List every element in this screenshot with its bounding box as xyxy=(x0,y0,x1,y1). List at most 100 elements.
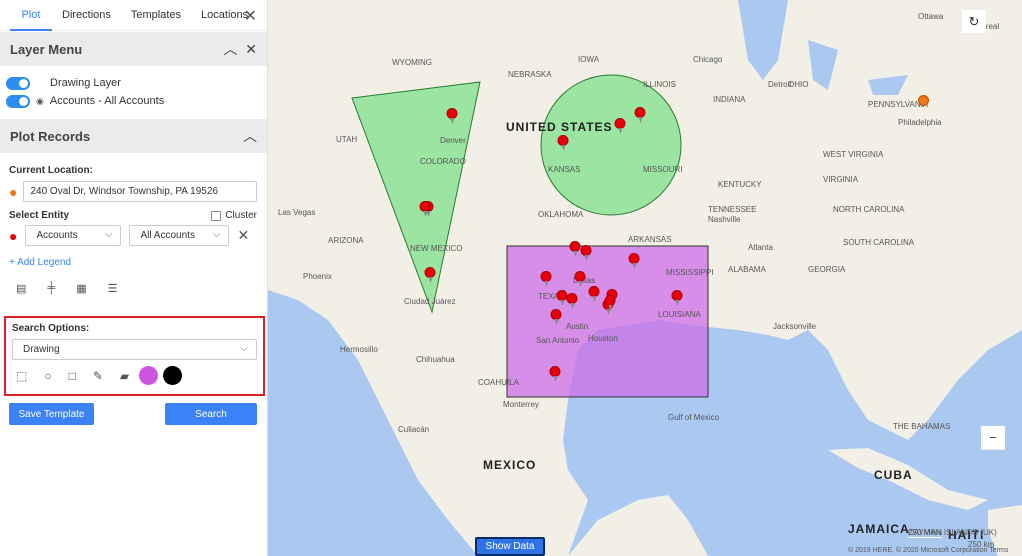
account-pin[interactable] xyxy=(574,271,586,287)
map-label: TENNESSEE xyxy=(708,205,757,214)
account-pin[interactable] xyxy=(419,201,431,217)
remove-entity-icon[interactable]: ✕ xyxy=(237,227,249,244)
account-pin[interactable] xyxy=(557,135,569,151)
copyright: © 2019 HERE, © 2020 Microsoft Corporatio… xyxy=(848,547,1009,554)
account-pin[interactable] xyxy=(614,118,626,134)
pencil-icon[interactable]: ✎ xyxy=(93,369,103,383)
map-label-country: UNITED STATES xyxy=(506,120,613,134)
account-pin[interactable] xyxy=(580,245,592,261)
map-label: MISSOURI xyxy=(643,165,683,174)
account-pin[interactable] xyxy=(588,286,600,302)
layer-drawing: Drawing Layer xyxy=(0,74,267,92)
map-label: Jacksonville xyxy=(773,322,817,331)
fill-color-swatch[interactable] xyxy=(139,366,159,385)
account-pin[interactable] xyxy=(549,366,561,382)
cluster-checkbox[interactable]: Cluster xyxy=(211,210,257,221)
account-pin[interactable] xyxy=(634,107,646,123)
map-label: VIRGINIA xyxy=(823,175,859,184)
layer-label: Accounts - All Accounts xyxy=(49,95,165,107)
map-label: COAHUILA xyxy=(478,378,519,387)
save-template-button[interactable]: Save Template xyxy=(9,403,94,425)
stroke-color-swatch[interactable] xyxy=(163,366,183,385)
map-label: Houston xyxy=(588,334,618,343)
map-label: WEST VIRGINIA xyxy=(823,150,884,159)
add-legend-link[interactable]: + Add Legend xyxy=(9,257,257,268)
close-icon[interactable]: ✕ xyxy=(245,41,257,57)
map-label: NEW MEXICO xyxy=(410,244,463,253)
map-label: MISSISSIPPI xyxy=(666,268,714,277)
account-pin[interactable] xyxy=(604,295,616,311)
account-pin[interactable] xyxy=(424,267,436,283)
rectangle-tool-icon[interactable]: □ xyxy=(69,369,76,383)
show-data-button[interactable]: Show Data xyxy=(475,537,545,556)
plot-records-header: Plot Records ︿ xyxy=(0,119,267,153)
view-select[interactable]: All Accounts ⌵ xyxy=(129,225,230,246)
list-icon[interactable]: ☰ xyxy=(108,282,118,295)
map-label: Chicago xyxy=(693,55,723,64)
current-location-value: 240 Oval Dr, Windsor Township, PA 19526 xyxy=(30,186,218,197)
account-pin[interactable] xyxy=(540,271,552,287)
entity-value: Accounts xyxy=(36,230,78,241)
document-icon[interactable]: ▤ xyxy=(16,282,26,295)
cluster-label: Cluster xyxy=(225,210,257,221)
map-label-country: MEXICO xyxy=(483,458,537,472)
account-pin[interactable] xyxy=(550,309,562,325)
tab-plot[interactable]: Plot xyxy=(10,0,52,31)
map-label: Detroit xyxy=(768,80,792,89)
map-label: Nashville xyxy=(708,215,741,224)
layer-menu-title: Layer Menu xyxy=(10,41,83,57)
search-mode-value: Drawing xyxy=(23,344,60,355)
chevron-down-icon: ⌵ xyxy=(240,343,248,354)
eraser-icon[interactable]: ▰ xyxy=(120,369,129,383)
account-pin[interactable] xyxy=(446,108,458,124)
chevron-up-icon[interactable]: ︿ xyxy=(223,41,237,57)
close-icon[interactable]: ✕ xyxy=(244,6,257,26)
align-icon[interactable]: ╪ xyxy=(47,282,55,295)
map-label: Las Vegas xyxy=(278,208,316,217)
tab-directions[interactable]: Directions xyxy=(52,0,121,31)
map-label: San Antonio xyxy=(536,336,580,345)
grid-icon[interactable]: ▦ xyxy=(76,282,86,295)
account-pin[interactable] xyxy=(566,293,578,309)
map-label: Austin xyxy=(566,322,589,331)
map-label: THE BAHAMAS xyxy=(893,422,951,431)
chevron-up-icon[interactable]: ︿ xyxy=(243,126,257,146)
map-label: KANSAS xyxy=(548,165,581,174)
current-location-input[interactable]: 240 Oval Dr, Windsor Township, PA 19526 xyxy=(23,181,257,202)
map-label: Chihuahua xyxy=(416,355,455,364)
plot-records-title: Plot Records xyxy=(10,128,91,144)
checkbox-icon[interactable] xyxy=(211,210,222,221)
map-label: ARIZONA xyxy=(328,236,364,245)
location-pin-icon: ● xyxy=(9,183,18,200)
entity-select[interactable]: Accounts ⌵ xyxy=(25,225,122,246)
map-label: Culiacán xyxy=(398,425,430,434)
map-label: UTAH xyxy=(336,135,358,144)
map-label: Hermosillo xyxy=(340,345,378,354)
map-label: COLORADO xyxy=(420,157,466,166)
red-pin-icon[interactable]: ● xyxy=(9,228,17,244)
map-label: NORTH CAROLINA xyxy=(833,205,905,214)
account-pin[interactable] xyxy=(628,253,640,269)
eye-icon[interactable]: ◉ xyxy=(36,96,44,107)
map-label: ARKANSAS xyxy=(628,235,672,244)
accounts-layer-toggle[interactable] xyxy=(6,94,30,108)
current-location-pin[interactable] xyxy=(918,95,929,106)
account-pin[interactable] xyxy=(671,290,683,306)
map-label-country: JAMAICA xyxy=(848,522,910,536)
chevron-down-icon: ⌵ xyxy=(212,229,221,240)
polygon-tool-icon[interactable]: ⬚ xyxy=(16,369,27,383)
drawing-layer-toggle[interactable] xyxy=(6,76,30,90)
circle-tool-icon[interactable]: ○ xyxy=(44,369,51,383)
search-mode-select[interactable]: Drawing ⌵ xyxy=(12,339,257,360)
tab-templates[interactable]: Templates xyxy=(121,0,191,31)
refresh-icon[interactable]: ↻ xyxy=(962,10,986,34)
map[interactable]: UNITED STATES MEXICO CUBA JAMAICA HAITI Denve… xyxy=(268,0,1022,556)
tab-bar: Plot Directions Templates Locations ✕ xyxy=(0,0,267,31)
select-entity-label: Select Entity xyxy=(9,210,70,221)
map-label: SOUTH CAROLINA xyxy=(843,238,915,247)
current-location-label: Current Location: xyxy=(9,165,93,176)
search-button[interactable]: Search xyxy=(165,403,257,425)
zoom-out-button[interactable]: − xyxy=(981,426,1005,450)
side-panel: Plot Directions Templates Locations ✕ La… xyxy=(0,0,268,556)
account-pin[interactable] xyxy=(569,241,581,257)
